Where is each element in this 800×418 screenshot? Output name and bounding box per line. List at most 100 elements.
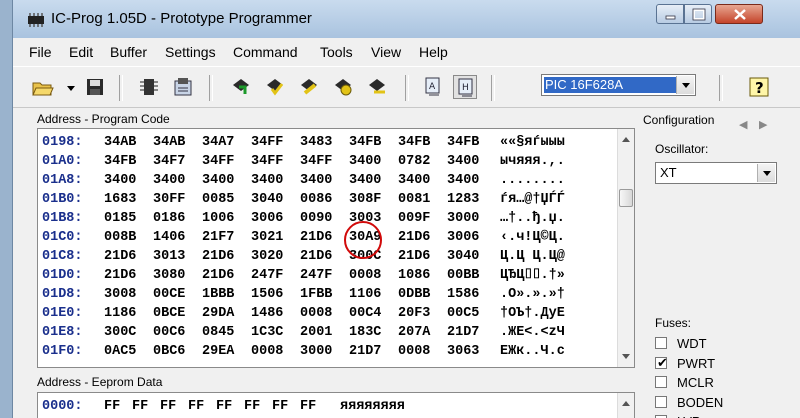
hex-word[interactable]: 21D7 <box>447 323 479 342</box>
hex-word[interactable]: 0090 <box>300 209 332 228</box>
save-button[interactable] <box>83 75 107 99</box>
hex-word[interactable]: 1283 <box>447 190 479 209</box>
device-select[interactable]: PIC 16F628A <box>541 74 696 96</box>
hex-word[interactable]: 3400 <box>349 152 381 171</box>
hex-word[interactable]: 308F <box>349 190 381 209</box>
checkbox[interactable] <box>655 337 667 349</box>
menu-tools[interactable]: Tools <box>320 44 353 60</box>
hex-word[interactable]: 34FF <box>202 152 234 171</box>
scrollbar-thumb[interactable] <box>619 189 633 207</box>
program-code-panel[interactable]: 0198: 34AB 34AB 34A7 34FF 3483 34FB 34FB 34FB ««§… <box>37 128 635 368</box>
hex-word[interactable]: 21D6 <box>300 228 332 247</box>
hex-word[interactable]: 1086 <box>398 266 430 285</box>
close-button[interactable] <box>715 4 763 24</box>
menu-view[interactable]: View <box>371 44 401 60</box>
hex-word[interactable]: 1FBB <box>300 285 332 304</box>
hex-byte[interactable]: FF <box>132 397 148 416</box>
hex-word[interactable]: 3020 <box>251 247 283 266</box>
checkbox[interactable]: ✔ <box>655 355 668 370</box>
scroll-up-icon[interactable] <box>618 395 634 411</box>
eeprom-scrollbar[interactable] <box>617 393 634 418</box>
recent-files-dropdown[interactable] <box>59 75 75 99</box>
hex-word[interactable]: 0008 <box>349 266 381 285</box>
hex-byte[interactable]: FF <box>300 397 316 416</box>
chevron-down-icon[interactable] <box>757 164 775 182</box>
hex-word[interactable]: 1006 <box>202 209 234 228</box>
hex-word[interactable]: 21D6 <box>202 247 234 266</box>
hex-word[interactable]: 0085 <box>202 190 234 209</box>
title-bar[interactable]: IC-Prog 1.05D - Prototype Programmer <box>13 0 800 38</box>
hex-word[interactable]: 1586 <box>447 285 479 304</box>
hex-word[interactable]: 29DA <box>202 304 234 323</box>
hex-word[interactable]: 34FB <box>349 133 381 152</box>
verify-chip-button[interactable] <box>331 75 355 99</box>
hex-word[interactable]: 00CE <box>153 285 185 304</box>
hex-word[interactable]: 00C6 <box>153 323 185 342</box>
hex-word[interactable]: 3080 <box>153 266 185 285</box>
hex-word[interactable]: 0BC6 <box>153 342 185 361</box>
hex-word[interactable]: 0008 <box>398 342 430 361</box>
hex-word[interactable]: 30FF <box>153 190 185 209</box>
hex-word[interactable]: 0845 <box>202 323 234 342</box>
oscillator-select[interactable]: XT <box>655 162 777 184</box>
hex-word[interactable]: 21D6 <box>104 266 136 285</box>
erase-chip-button[interactable] <box>297 75 321 99</box>
hex-word[interactable]: 3400 <box>202 171 234 190</box>
hex-byte[interactable]: FF <box>244 397 260 416</box>
hex-word[interactable]: 0008 <box>251 342 283 361</box>
hex-word[interactable]: 21D6 <box>398 228 430 247</box>
scroll-up-icon[interactable] <box>618 131 634 147</box>
menu-buffer[interactable]: Buffer <box>110 44 147 60</box>
hex-word[interactable]: 0186 <box>153 209 185 228</box>
hex-word[interactable]: 21D7 <box>349 342 381 361</box>
hex-word[interactable]: 207A <box>398 323 430 342</box>
chevron-right-icon[interactable]: ▶ <box>759 118 767 131</box>
hex-word[interactable]: 34F7 <box>153 152 185 171</box>
hex-word[interactable]: 3040 <box>447 247 479 266</box>
program-chip-button[interactable] <box>263 75 287 99</box>
read-chip-button[interactable] <box>229 75 253 99</box>
hex-word[interactable]: 1186 <box>104 304 136 323</box>
hex-word[interactable]: 00BB <box>447 266 479 285</box>
chip-settings-button[interactable] <box>171 75 195 99</box>
menu-command[interactable]: Command <box>233 44 298 60</box>
hex-word[interactable]: 3013 <box>153 247 185 266</box>
hex-byte[interactable]: FF <box>104 397 120 416</box>
view-asm-button[interactable]: A <box>421 75 445 99</box>
hex-word[interactable]: 1C3C <box>251 323 283 342</box>
menu-settings[interactable]: Settings <box>165 44 216 60</box>
checkbox[interactable] <box>655 395 667 408</box>
hex-word[interactable]: 2001 <box>300 323 332 342</box>
hex-word[interactable]: 1106 <box>349 285 381 304</box>
hex-word[interactable]: 0008 <box>300 304 332 323</box>
chip-button[interactable] <box>137 75 161 99</box>
menu-edit[interactable]: Edit <box>69 44 93 60</box>
scroll-down-icon[interactable] <box>618 349 634 365</box>
hex-word[interactable]: 0782 <box>398 152 430 171</box>
hex-word[interactable]: 21D6 <box>104 247 136 266</box>
hex-word[interactable]: 1683 <box>104 190 136 209</box>
hex-word[interactable]: 34FF <box>300 152 332 171</box>
hex-word[interactable]: 3021 <box>251 228 283 247</box>
checkbox[interactable] <box>655 376 667 388</box>
open-file-button[interactable] <box>31 75 55 99</box>
hex-word[interactable]: 34FB <box>447 133 479 152</box>
hex-word[interactable]: 34FF <box>251 133 283 152</box>
hex-word[interactable]: 183C <box>349 323 381 342</box>
blank-check-button[interactable] <box>365 75 389 99</box>
program-code-scrollbar[interactable] <box>617 129 634 367</box>
hex-word[interactable]: 3400 <box>447 152 479 171</box>
hex-word[interactable]: 1506 <box>251 285 283 304</box>
hex-word[interactable]: 34AB <box>153 133 185 152</box>
hex-word[interactable]: 21F7 <box>202 228 234 247</box>
hex-word[interactable]: 1BBB <box>202 285 234 304</box>
hex-byte[interactable]: FF <box>188 397 204 416</box>
maximize-button[interactable] <box>684 4 712 24</box>
hex-word[interactable]: 3400 <box>447 171 479 190</box>
menu-file[interactable]: File <box>29 44 52 60</box>
hex-word[interactable]: 3400 <box>104 171 136 190</box>
hex-word[interactable]: 3400 <box>398 171 430 190</box>
chevron-down-icon[interactable] <box>676 76 694 94</box>
hex-word[interactable]: 3008 <box>104 285 136 304</box>
hex-byte[interactable]: FF <box>272 397 288 416</box>
